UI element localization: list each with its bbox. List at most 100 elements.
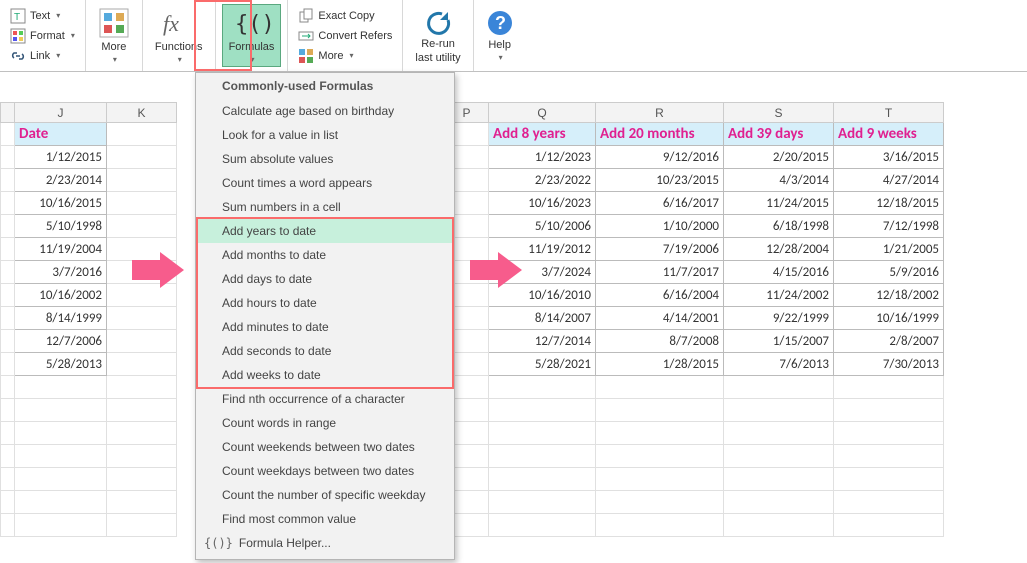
cell[interactable] — [1, 238, 15, 261]
col-header-K[interactable]: K — [107, 103, 177, 123]
cell-Q[interactable]: 5/10/2006 — [489, 215, 596, 238]
cell-T[interactable]: 12/18/2002 — [834, 284, 944, 307]
dropdown-item[interactable]: Add hours to date — [196, 291, 454, 315]
cell[interactable] — [724, 491, 834, 514]
cell-date[interactable]: 1/12/2015 — [15, 146, 107, 169]
cell[interactable] — [724, 376, 834, 399]
cell[interactable] — [596, 422, 724, 445]
cell[interactable] — [724, 468, 834, 491]
cell[interactable] — [489, 491, 596, 514]
cell-Q[interactable]: 2/23/2022 — [489, 169, 596, 192]
cell[interactable] — [596, 445, 724, 468]
dropdown-item[interactable]: Add weeks to date — [196, 363, 454, 387]
cell[interactable] — [834, 468, 944, 491]
cell-S[interactable]: 11/24/2002 — [724, 284, 834, 307]
col-header-blank[interactable] — [1, 103, 15, 123]
cell[interactable] — [15, 468, 107, 491]
cell-T[interactable]: 4/27/2014 — [834, 169, 944, 192]
col-header-J[interactable]: J — [15, 103, 107, 123]
text-button[interactable]: T Text▾ — [6, 6, 79, 26]
cell-Q[interactable]: 5/28/2021 — [489, 353, 596, 376]
cell-R[interactable]: 6/16/2017 — [596, 192, 724, 215]
cell[interactable] — [107, 514, 177, 537]
cell-R[interactable]: 1/10/2000 — [596, 215, 724, 238]
cell[interactable] — [15, 399, 107, 422]
cell[interactable] — [834, 514, 944, 537]
cell-S[interactable]: 11/24/2015 — [724, 192, 834, 215]
cell[interactable] — [107, 330, 177, 353]
cell[interactable] — [1, 330, 15, 353]
cell[interactable] — [489, 445, 596, 468]
cell-R[interactable]: 4/14/2001 — [596, 307, 724, 330]
cell[interactable] — [1, 491, 15, 514]
exact-copy-button[interactable]: Exact Copy — [294, 6, 396, 26]
cell[interactable] — [1, 307, 15, 330]
cell-T[interactable]: 12/18/2015 — [834, 192, 944, 215]
dropdown-item[interactable]: Sum absolute values — [196, 147, 454, 171]
dropdown-item[interactable]: Add minutes to date — [196, 315, 454, 339]
cell-R[interactable]: 8/7/2008 — [596, 330, 724, 353]
cell[interactable] — [107, 422, 177, 445]
cell[interactable] — [107, 192, 177, 215]
dropdown-item[interactable]: Count weekdays between two dates — [196, 459, 454, 483]
cell[interactable] — [834, 491, 944, 514]
dropdown-item[interactable]: Add months to date — [196, 243, 454, 267]
cell[interactable] — [1, 192, 15, 215]
cell[interactable] — [834, 376, 944, 399]
cell-date[interactable]: 10/16/2015 — [15, 192, 107, 215]
cell-S[interactable]: 1/15/2007 — [724, 330, 834, 353]
cell[interactable] — [1, 468, 15, 491]
cell[interactable] — [1, 514, 15, 537]
cell[interactable] — [107, 307, 177, 330]
cell[interactable] — [107, 123, 177, 146]
cell[interactable] — [834, 445, 944, 468]
cell-T[interactable]: 1/21/2005 — [834, 238, 944, 261]
cell-header-T[interactable]: Add 9 weeks — [834, 123, 944, 146]
help-button[interactable]: ? Help ▾ — [480, 7, 520, 64]
more-button-1[interactable]: More ▾ — [92, 5, 136, 66]
cell-date[interactable]: 5/10/1998 — [15, 215, 107, 238]
cell[interactable] — [107, 468, 177, 491]
cell[interactable] — [107, 399, 177, 422]
cell[interactable] — [107, 169, 177, 192]
cell[interactable] — [1, 353, 15, 376]
cell[interactable] — [1, 422, 15, 445]
col-header-R[interactable]: R — [596, 103, 724, 123]
cell-date[interactable]: 12/7/2006 — [15, 330, 107, 353]
dropdown-item[interactable]: Count words in range — [196, 411, 454, 435]
cell[interactable] — [15, 514, 107, 537]
dropdown-item[interactable]: Find nth occurrence of a character — [196, 387, 454, 411]
cell-date[interactable]: 2/23/2014 — [15, 169, 107, 192]
cell-T[interactable]: 5/9/2016 — [834, 261, 944, 284]
link-button[interactable]: Link▾ — [6, 46, 79, 66]
cell[interactable] — [1, 376, 15, 399]
cell-T[interactable]: 3/16/2015 — [834, 146, 944, 169]
cell[interactable] — [15, 445, 107, 468]
cell[interactable] — [596, 399, 724, 422]
cell[interactable] — [1, 215, 15, 238]
cell-date[interactable]: 11/19/2004 — [15, 238, 107, 261]
cell-R[interactable]: 10/23/2015 — [596, 169, 724, 192]
dropdown-item[interactable]: Sum numbers in a cell — [196, 195, 454, 219]
cell[interactable] — [489, 514, 596, 537]
cell[interactable] — [596, 376, 724, 399]
cell[interactable] — [724, 514, 834, 537]
sheet-table[interactable]: J K P Q R S T Date Add 8 years Add 20 mo… — [0, 102, 944, 537]
cell-R[interactable]: 9/12/2016 — [596, 146, 724, 169]
cell[interactable] — [107, 353, 177, 376]
cell[interactable] — [489, 422, 596, 445]
cell[interactable] — [107, 146, 177, 169]
cell[interactable] — [489, 376, 596, 399]
dropdown-item[interactable]: Look for a value in list — [196, 123, 454, 147]
dropdown-item[interactable]: Add days to date — [196, 267, 454, 291]
cell[interactable] — [107, 445, 177, 468]
cell-Q[interactable]: 10/16/2023 — [489, 192, 596, 215]
cell-Q[interactable]: 8/14/2007 — [489, 307, 596, 330]
cell-header-date[interactable]: Date — [15, 123, 107, 146]
cell[interactable] — [834, 399, 944, 422]
cell[interactable] — [15, 422, 107, 445]
cell[interactable] — [107, 215, 177, 238]
cell-T[interactable]: 7/30/2013 — [834, 353, 944, 376]
cell-T[interactable]: 2/8/2007 — [834, 330, 944, 353]
dropdown-item[interactable]: Count weekends between two dates — [196, 435, 454, 459]
